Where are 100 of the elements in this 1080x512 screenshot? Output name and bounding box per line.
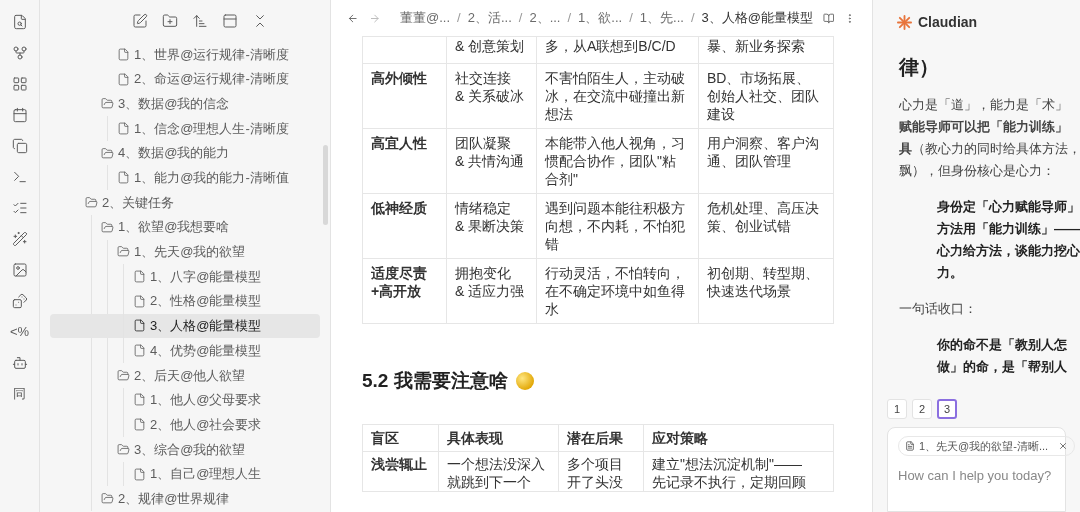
breadcrumb-item[interactable]: 2、活... bbox=[467, 8, 512, 28]
response-text: 具（教心力的同时给具体方法， bbox=[899, 140, 1080, 158]
breadcrumb-separator: / bbox=[628, 9, 634, 28]
cell-text: 情绪稳定 bbox=[455, 199, 511, 217]
breadcrumb-item[interactable]: 1、先... bbox=[639, 8, 684, 28]
fork-icon[interactable] bbox=[11, 44, 28, 61]
cell-text: & 创意策划 bbox=[455, 37, 525, 55]
cell-text: 就跳到下一个 bbox=[447, 473, 531, 491]
breadcrumb-separator: / bbox=[689, 9, 696, 28]
file-item[interactable]: 1、世界@运行规律-清晰度 bbox=[50, 42, 320, 67]
breadcrumb-item[interactable]: 3、人格@能量模型 bbox=[701, 8, 813, 28]
file-item[interactable]: 4、优势@能量模型 bbox=[50, 338, 320, 363]
cell-text: 合剂" bbox=[545, 170, 578, 188]
breadcrumb-item[interactable]: 董董@... bbox=[400, 8, 451, 28]
cell-text: 适度尽责 bbox=[371, 264, 427, 282]
page-button[interactable]: 2 bbox=[912, 399, 932, 419]
grid-icon[interactable] bbox=[11, 75, 28, 92]
sort-icon[interactable] bbox=[192, 13, 208, 29]
file-item[interactable]: 2、他人@社会要求 bbox=[50, 412, 320, 437]
file-item[interactable]: 3、人格@能量模型 bbox=[50, 313, 320, 339]
breadcrumb-item[interactable]: 1、欲... bbox=[578, 8, 623, 28]
file-icon bbox=[133, 418, 146, 432]
file-item[interactable]: 1、信念@理想人生-清晰度 bbox=[50, 116, 320, 141]
new-folder-icon[interactable] bbox=[162, 13, 178, 29]
cell-text: 不害怕陌生人，主动破 bbox=[545, 69, 685, 87]
file-item[interactable]: 1、他人@父母要求 bbox=[50, 387, 320, 413]
ball-icon bbox=[515, 372, 534, 390]
ribbon-label[interactable]: 同 bbox=[13, 383, 26, 404]
cell-text: 社交连接 bbox=[455, 69, 511, 87]
cell-text: & 适应力强 bbox=[455, 282, 525, 300]
section-heading: 5.2 我需要注意啥 bbox=[362, 372, 508, 390]
response-text: 方法用「能力训练」—— bbox=[937, 220, 1080, 238]
new-note-icon[interactable] bbox=[132, 13, 148, 29]
cell-text: 行动灵活，不怕转向， bbox=[545, 264, 685, 282]
cell-text: 高外倾性 bbox=[371, 69, 427, 87]
file-search-icon[interactable] bbox=[11, 13, 28, 30]
response-text: 赋能导师可以把「能力训练」 bbox=[899, 118, 1069, 136]
page-button[interactable]: 3 bbox=[937, 399, 957, 419]
cell-text: 想法 bbox=[545, 105, 573, 123]
cell-text: 建立"想法沉淀机制"—— bbox=[652, 455, 802, 473]
folder-item[interactable]: 4、数据@我的能力 bbox=[40, 140, 330, 166]
dice-icon[interactable] bbox=[11, 292, 28, 309]
cell-text: 先记录不执行，定期回顾 bbox=[652, 473, 806, 491]
response-text: 你的命不是「教别人怎 bbox=[937, 336, 1068, 354]
file-item[interactable]: 2、性格@能量模型 bbox=[50, 288, 320, 314]
ribbon-label[interactable]: <% bbox=[9, 321, 30, 342]
copy-icon[interactable] bbox=[11, 137, 28, 154]
bot-icon[interactable] bbox=[11, 354, 28, 371]
file-item[interactable]: 1、能力@我的能力-清晰值 bbox=[50, 165, 320, 191]
file-icon bbox=[117, 121, 130, 135]
cell-text: 一个想法没深入 bbox=[447, 455, 545, 473]
panel-icon[interactable] bbox=[222, 13, 238, 29]
wand-icon[interactable] bbox=[11, 230, 28, 247]
logo-icon bbox=[897, 14, 912, 30]
cell-text: & 果断决策 bbox=[455, 217, 525, 235]
folder-icon bbox=[101, 220, 114, 234]
folder-item[interactable]: 2、规律@世界规律 bbox=[40, 486, 330, 512]
file-item[interactable]: 1、自己@理想人生 bbox=[50, 461, 320, 487]
cell-text: +高开放 bbox=[371, 282, 422, 300]
file-icon bbox=[133, 393, 146, 407]
folder-item[interactable]: 1、欲望@我想要啥 bbox=[40, 214, 330, 240]
calendar-icon[interactable] bbox=[11, 106, 28, 123]
cell-text: 错 bbox=[545, 235, 559, 253]
image-icon[interactable] bbox=[11, 261, 28, 278]
column-header: 潜在后果 bbox=[558, 424, 644, 452]
column-header: 具体表现 bbox=[438, 424, 559, 452]
close-icon[interactable] bbox=[1058, 441, 1069, 451]
cell-text: 用户洞察、客户沟 bbox=[707, 134, 819, 152]
cell-text: 通、团队管理 bbox=[707, 152, 791, 170]
file-icon bbox=[133, 294, 146, 308]
folder-item[interactable]: 3、数据@我的信念 bbox=[40, 91, 330, 117]
cell-text: 在不确定环境中如鱼得 bbox=[545, 282, 685, 300]
input-field[interactable]: How can I help you today? bbox=[898, 466, 1055, 486]
response-heading: 律） bbox=[899, 55, 940, 80]
cell-text: 本能带入他人视角，习 bbox=[545, 134, 685, 152]
folder-item[interactable]: 1、先天@我的欲望 bbox=[40, 239, 330, 265]
folder-icon bbox=[101, 146, 114, 160]
file-icon bbox=[133, 467, 146, 481]
file-item[interactable]: 2、命运@运行规律-清晰度 bbox=[50, 66, 320, 92]
folder-item[interactable]: 2、后天@他人欲望 bbox=[40, 362, 330, 388]
column-header: 应对策略 bbox=[643, 424, 834, 452]
breadcrumb-item[interactable]: 2、... bbox=[529, 8, 561, 28]
folder-item[interactable]: 2、关键任务 bbox=[40, 190, 330, 215]
cell-text: BD、市场拓展、 bbox=[707, 69, 811, 87]
breadcrumb-separator: / bbox=[566, 9, 573, 28]
page-button[interactable]: 1 bbox=[887, 399, 907, 419]
file-icon bbox=[133, 344, 146, 358]
file-icon bbox=[117, 171, 130, 185]
file-icon bbox=[905, 441, 915, 451]
file-item[interactable]: 1、八字@能量模型 bbox=[50, 264, 320, 289]
breadcrumb-separator: / bbox=[456, 9, 462, 28]
cell-text: 遇到问题本能往积极方 bbox=[545, 199, 685, 217]
cell-text: 拥抱变化 bbox=[455, 264, 511, 282]
file-icon bbox=[117, 72, 130, 86]
cell-text: 低神经质 bbox=[371, 199, 427, 217]
folder-icon bbox=[85, 195, 98, 209]
response-text: 做」的命，是「帮别人 bbox=[937, 358, 1068, 376]
scrollbar[interactable] bbox=[323, 145, 328, 225]
folder-item[interactable]: 3、综合@我的欲望 bbox=[40, 437, 330, 462]
response-text: 飘），但身份核心是心力： bbox=[899, 162, 1056, 180]
